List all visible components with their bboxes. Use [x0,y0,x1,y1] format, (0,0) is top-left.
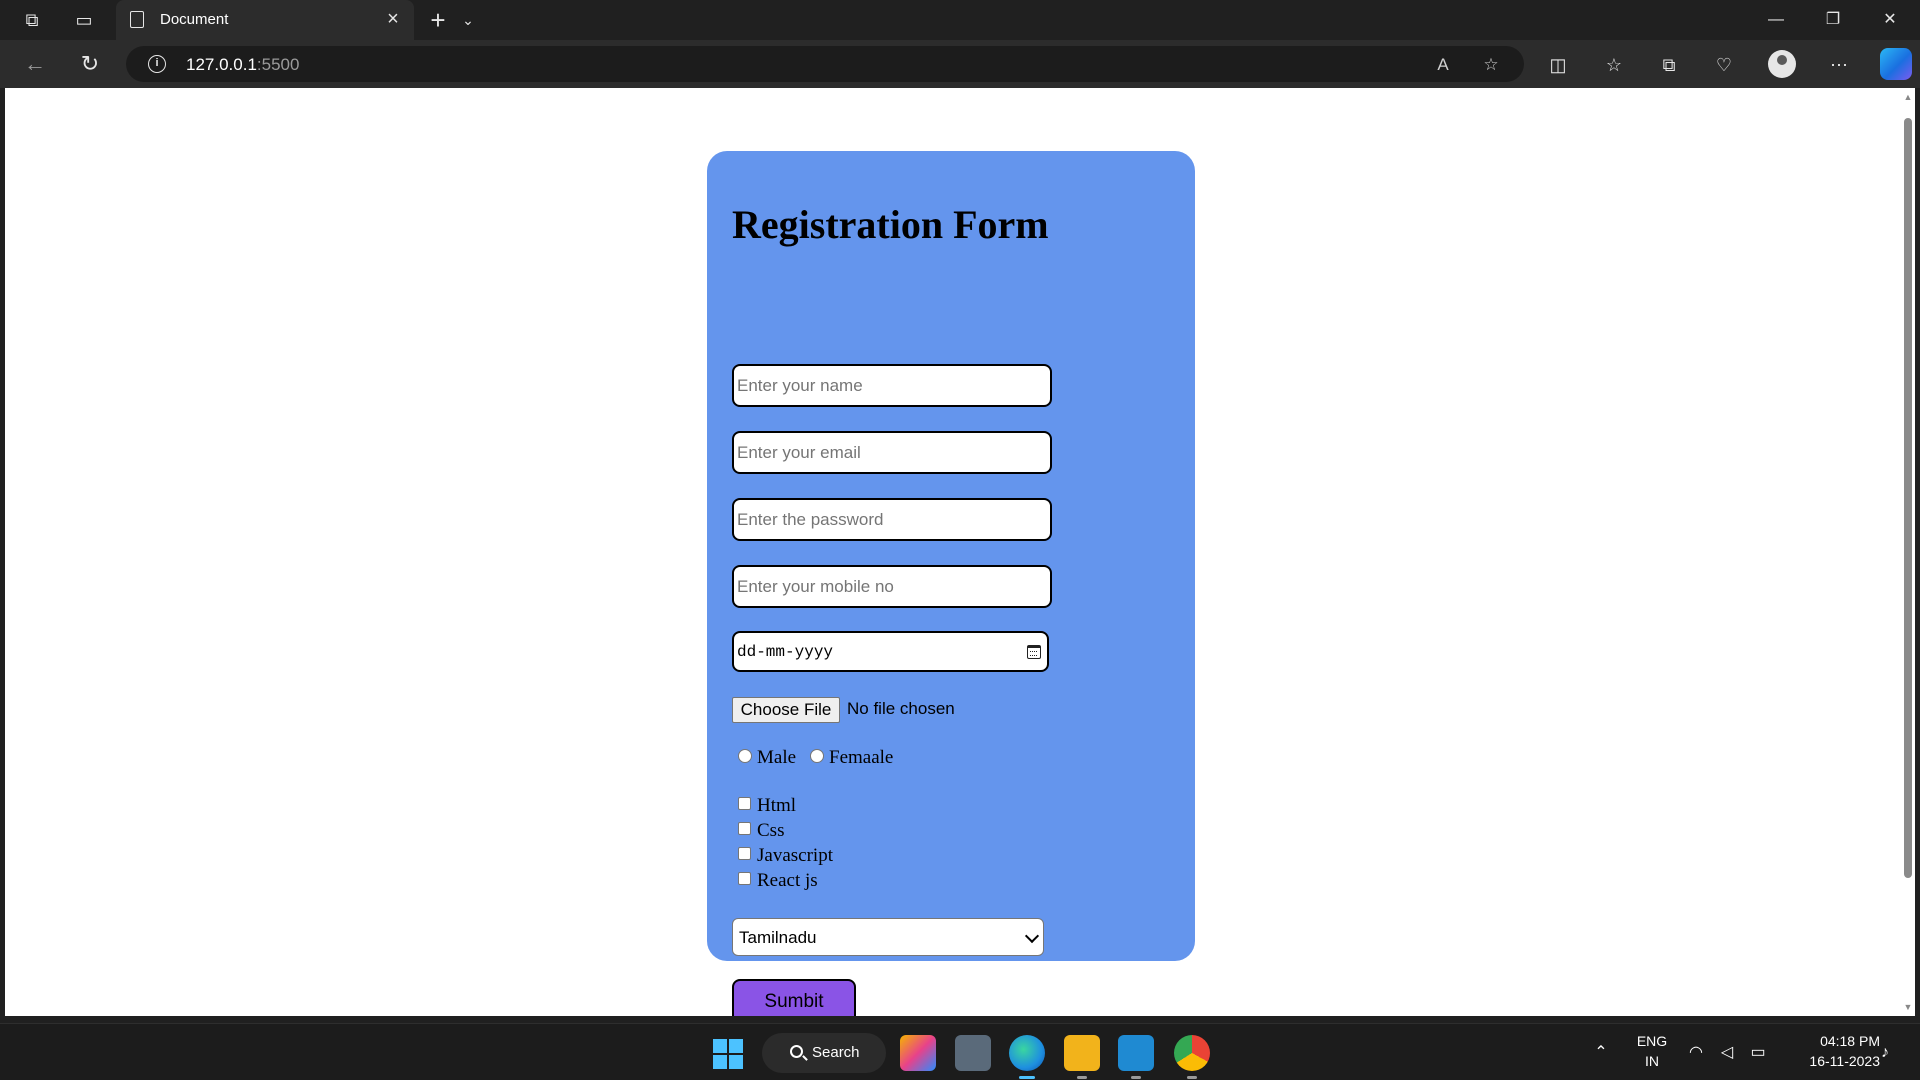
favorite-star-icon[interactable]: ☆ [1480,54,1502,76]
copilot-preview-app-icon[interactable] [900,1035,936,1071]
skill-label-css: Css [757,820,785,841]
volume-icon[interactable]: ◁ [1716,1042,1738,1064]
edge-app-icon[interactable] [1009,1035,1045,1079]
chevron-up-icon[interactable]: ⌃ [1590,1042,1612,1064]
copilot-icon[interactable] [1880,48,1912,80]
calendar-icon[interactable] [1027,645,1041,659]
more-options-icon[interactable]: ⋯ [1826,52,1852,78]
clock-time[interactable]: 04:18 PM [1780,1033,1880,1049]
submit-button[interactable]: Sumbit [732,979,856,1016]
close-tab-icon[interactable]: × [382,8,404,30]
new-tab-icon[interactable]: + [424,6,452,34]
tab-title: Document [160,11,229,28]
file-status: No file chosen [847,699,955,718]
skill-checkbox-react[interactable] [738,872,751,885]
search-icon [790,1045,803,1058]
address-bar[interactable]: i 127.0.0.1:5500 A ☆ [126,46,1524,82]
tab-document[interactable]: Document × [116,0,414,40]
choose-file-button[interactable]: Choose File [732,697,840,723]
state-selected-value: Tamilnadu [739,928,817,947]
app-indicator [1131,1076,1141,1079]
language-label[interactable]: ENG [1632,1033,1672,1049]
page-scrollbar[interactable]: ▲ ▼ [1901,88,1915,1016]
back-arrow-icon[interactable]: ← [20,50,50,78]
skill-checkbox-html[interactable] [738,797,751,810]
taskbar-search[interactable]: Search [762,1033,886,1073]
gender-label-male: Male [757,747,797,768]
browser-toolbar: ← ↻ i 127.0.0.1:5500 A ☆ ◫ ☆ ⧉ ♡ ⋯ [0,40,1920,88]
calculator-app-icon[interactable] [955,1035,991,1071]
windows-taskbar: Search ⌃ ENG IN ◠ ◁ ▭ 04:18 PM 16-11-202… [0,1023,1920,1080]
close-window-icon[interactable]: ✕ [1862,0,1918,40]
name-input[interactable] [732,364,1052,407]
restore-icon[interactable]: ❐ [1805,0,1861,40]
form-title: Registration Form [732,202,1049,247]
gender-radio-female[interactable] [810,749,824,763]
notification-bell-icon[interactable]: ♪ [1874,1042,1896,1064]
clock-date[interactable]: 16-11-2023 [1780,1053,1880,1069]
minimize-icon[interactable]: — [1748,0,1804,40]
chevron-down-icon[interactable]: ⌄ [458,8,478,32]
wifi-icon[interactable]: ◠ [1685,1042,1707,1064]
read-aloud-icon[interactable]: A [1432,54,1454,76]
url-port: :5500 [256,55,300,74]
browser-essentials-icon[interactable]: ♡ [1711,52,1737,78]
collections-icon[interactable]: ⧉ [1656,52,1682,78]
skill-checkbox-javascript[interactable] [738,847,751,860]
favorites-icon[interactable]: ☆ [1601,52,1627,78]
page-viewport: Registration Form dd-mm-yyyy Choose File… [5,88,1901,1016]
email-input[interactable] [732,431,1052,474]
registration-form-card: Registration Form dd-mm-yyyy Choose File… [707,151,1195,1016]
skill-label-react: React js [757,870,818,891]
vscode-app-icon[interactable] [1118,1035,1154,1079]
windows-start-icon[interactable] [713,1039,743,1069]
active-app-indicator [1019,1076,1035,1079]
file-explorer-app-icon[interactable] [1064,1035,1100,1079]
workspaces-icon[interactable]: ⧉ [20,8,44,32]
tab-actions-icon[interactable]: ▭ [72,8,96,32]
gender-radio-male[interactable] [738,749,752,763]
gender-label-female: Femaale [829,747,894,768]
scrollbar-thumb[interactable] [1904,118,1912,878]
search-label: Search [812,1044,860,1061]
document-icon [130,11,144,28]
url-text[interactable]: 127.0.0.1:5500 [186,55,299,75]
info-icon[interactable]: i [148,55,166,73]
chevron-down-icon [1024,928,1040,944]
app-indicator [1187,1076,1197,1079]
region-label[interactable]: IN [1632,1053,1672,1069]
state-select[interactable]: Tamilnadu [732,918,1044,956]
skill-checkbox-css[interactable] [738,822,751,835]
app-indicator [1077,1076,1087,1079]
mobile-input[interactable] [732,565,1052,608]
profile-avatar[interactable] [1768,50,1796,78]
browser-tab-bar: ⧉ ▭ Document × + ⌄ — ❐ ✕ [0,0,1920,40]
scroll-up-arrow-icon[interactable]: ▲ [1902,92,1914,102]
skill-label-javascript: Javascript [757,845,833,866]
password-input[interactable] [732,498,1052,541]
url-host: 127.0.0.1 [186,55,257,74]
skill-label-html: Html [757,795,797,816]
refresh-icon[interactable]: ↻ [75,50,105,78]
battery-icon[interactable]: ▭ [1747,1042,1769,1064]
split-screen-icon[interactable]: ◫ [1545,52,1571,78]
date-placeholder: dd-mm-yyyy [737,643,834,661]
date-input[interactable]: dd-mm-yyyy [732,631,1049,672]
scroll-down-arrow-icon[interactable]: ▼ [1902,1002,1914,1012]
chrome-app-icon[interactable] [1174,1035,1210,1079]
